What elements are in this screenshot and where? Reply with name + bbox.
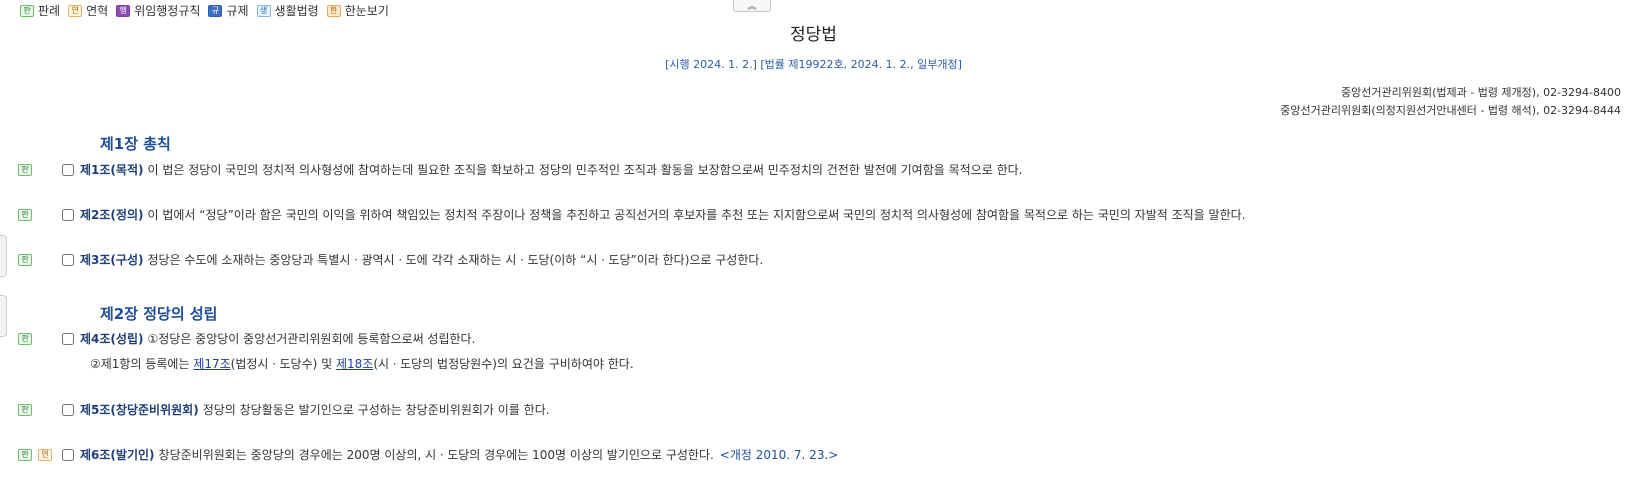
precedent-icon[interactable]: 판 (18, 163, 32, 176)
article-badges: 판 (18, 163, 62, 176)
law-title: 정당법 (790, 25, 837, 45)
legend-overview-label: 한눈보기 (344, 4, 389, 18)
article-title[interactable]: 제5조(창당준비위원회) (80, 401, 199, 418)
article-checkbox[interactable] (62, 448, 74, 461)
paragraph-text: ②제1항의 등록에는 (90, 357, 194, 371)
article-badges: 판 (18, 332, 62, 345)
revision-note[interactable]: <개정 2010. 7. 23.> (720, 446, 839, 463)
admin-rule-icon: 행 (116, 4, 131, 17)
side-collapse-tab[interactable] (0, 235, 7, 277)
article-checkbox[interactable] (62, 332, 74, 345)
precedent-icon[interactable]: 판 (18, 403, 32, 416)
side-expand-tab[interactable] (0, 295, 7, 337)
article-18-link[interactable]: 제18조 (336, 357, 373, 371)
article-text: 정당의 창당활동은 발기인으로 구성하는 창당준비위원회가 이를 한다. (202, 403, 550, 417)
article-text: 이 법에서 “정당”이라 함은 국민의 이익을 위하여 책임있는 정치적 주장이… (147, 208, 1246, 222)
paragraph-text: (시ㆍ도당의 법정당원수)의 요건을 구비하여야 한다. (373, 357, 634, 371)
law-enforcement-info: [시행 2024. 1. 2.] [법률 제19922호, 2024. 1. 2… (665, 58, 962, 71)
article-badges: 판 (18, 403, 62, 416)
chapter-heading-1: 제1장 총칙 (100, 135, 171, 153)
legend-admin-rule[interactable]: 행 위임행정규칙 (116, 2, 200, 19)
article-text: 창당준비위원회는 중앙당의 경우에는 200명 이상의, 시ㆍ도당의 경우에는 … (158, 448, 714, 462)
article-1: 판 제1조(목적) 이 법은 정당이 국민의 정치적 의사형성에 참여하는데 필… (18, 161, 1022, 178)
article-checkbox[interactable] (62, 403, 74, 416)
article-text: 이 법은 정당이 국민의 정치적 의사형성에 참여하는데 필요한 조직을 확보하… (147, 163, 1023, 177)
collapse-header-button[interactable]: ︽ (733, 0, 771, 12)
article-text: 정당은 수도에 소재하는 중앙당과 특별시ㆍ광역시ㆍ도에 각각 소재하는 시ㆍ도… (147, 253, 764, 267)
history-icon: 연 (68, 4, 83, 17)
article-text: ①정당은 중앙당이 중앙선거관리위원회에 등록함으로써 성립한다. (147, 332, 476, 346)
article-checkbox[interactable] (62, 253, 74, 266)
contact-legislation: 중앙선거관리위원회(법제과 - 법령 제개정), 02-3294-8400 (1341, 86, 1621, 99)
article-title[interactable]: 제6조(발기인) (80, 446, 155, 463)
precedent-icon: 판 (20, 4, 34, 17)
contact-interpretation: 중앙선거관리위원회(의정지원선거안내센터 - 법령 해석), 02-3294-8… (1280, 104, 1621, 117)
article-4-paragraph-2: ②제1항의 등록에는 제17조(법정시ㆍ도당수) 및 제18조(시ㆍ도당의 법정… (90, 355, 634, 372)
precedent-icon[interactable]: 판 (18, 208, 32, 221)
legend-history-label: 연혁 (86, 4, 109, 18)
legend-precedent-label: 판례 (38, 4, 61, 18)
precedent-icon[interactable]: 판 (18, 253, 32, 266)
article-6: 판 연 제6조(발기인) 창당준비위원회는 중앙당의 경우에는 200명 이상의… (18, 446, 838, 463)
article-title[interactable]: 제4조(성립) (80, 330, 143, 347)
legend-admin-rule-label: 위임행정규칙 (134, 4, 201, 18)
article-badges: 판 (18, 208, 62, 221)
life-law-icon: 생 (256, 4, 271, 17)
legend-regulation-label: 규제 (226, 4, 249, 18)
legend-overview[interactable]: 한 한눈보기 (326, 2, 389, 19)
legend-precedent[interactable]: 판 판례 (20, 2, 60, 19)
legend-bar: 판 판례 연 연혁 행 위임행정규칙 규 규제 생 생활법령 한 한눈보기 (20, 2, 397, 19)
article-checkbox[interactable] (62, 208, 74, 221)
legend-regulation[interactable]: 규 규제 (208, 2, 249, 19)
article-checkbox[interactable] (62, 163, 74, 176)
legend-history[interactable]: 연 연혁 (68, 2, 108, 19)
history-icon[interactable]: 연 (38, 448, 52, 461)
article-badges: 판 (18, 253, 62, 266)
article-title[interactable]: 제2조(정의) (80, 206, 143, 223)
legend-life-law[interactable]: 생 생활법령 (256, 2, 319, 19)
article-5: 판 제5조(창당준비위원회) 정당의 창당활동은 발기인으로 구성하는 창당준비… (18, 401, 550, 418)
chevron-up-icon: ︽ (747, 2, 757, 12)
article-4: 판 제4조(성립) ①정당은 중앙당이 중앙선거관리위원회에 등록함으로써 성립… (18, 330, 475, 347)
legend-life-law-label: 생활법령 (274, 4, 319, 18)
regulation-icon: 규 (208, 4, 223, 17)
overview-icon: 한 (326, 4, 341, 17)
chapter-heading-2: 제2장 정당의 성립 (100, 305, 218, 323)
article-3: 판 제3조(구성) 정당은 수도에 소재하는 중앙당과 특별시ㆍ광역시ㆍ도에 각… (18, 251, 763, 268)
paragraph-text: (법정시ㆍ도당수) 및 (230, 357, 336, 371)
precedent-icon[interactable]: 판 (18, 332, 32, 345)
article-title[interactable]: 제1조(목적) (80, 161, 143, 178)
article-17-link[interactable]: 제17조 (193, 357, 230, 371)
precedent-icon[interactable]: 판 (18, 448, 32, 461)
article-title[interactable]: 제3조(구성) (80, 251, 143, 268)
article-badges: 판 연 (18, 448, 62, 461)
article-2: 판 제2조(정의) 이 법에서 “정당”이라 함은 국민의 이익을 위하여 책임… (18, 206, 1245, 223)
